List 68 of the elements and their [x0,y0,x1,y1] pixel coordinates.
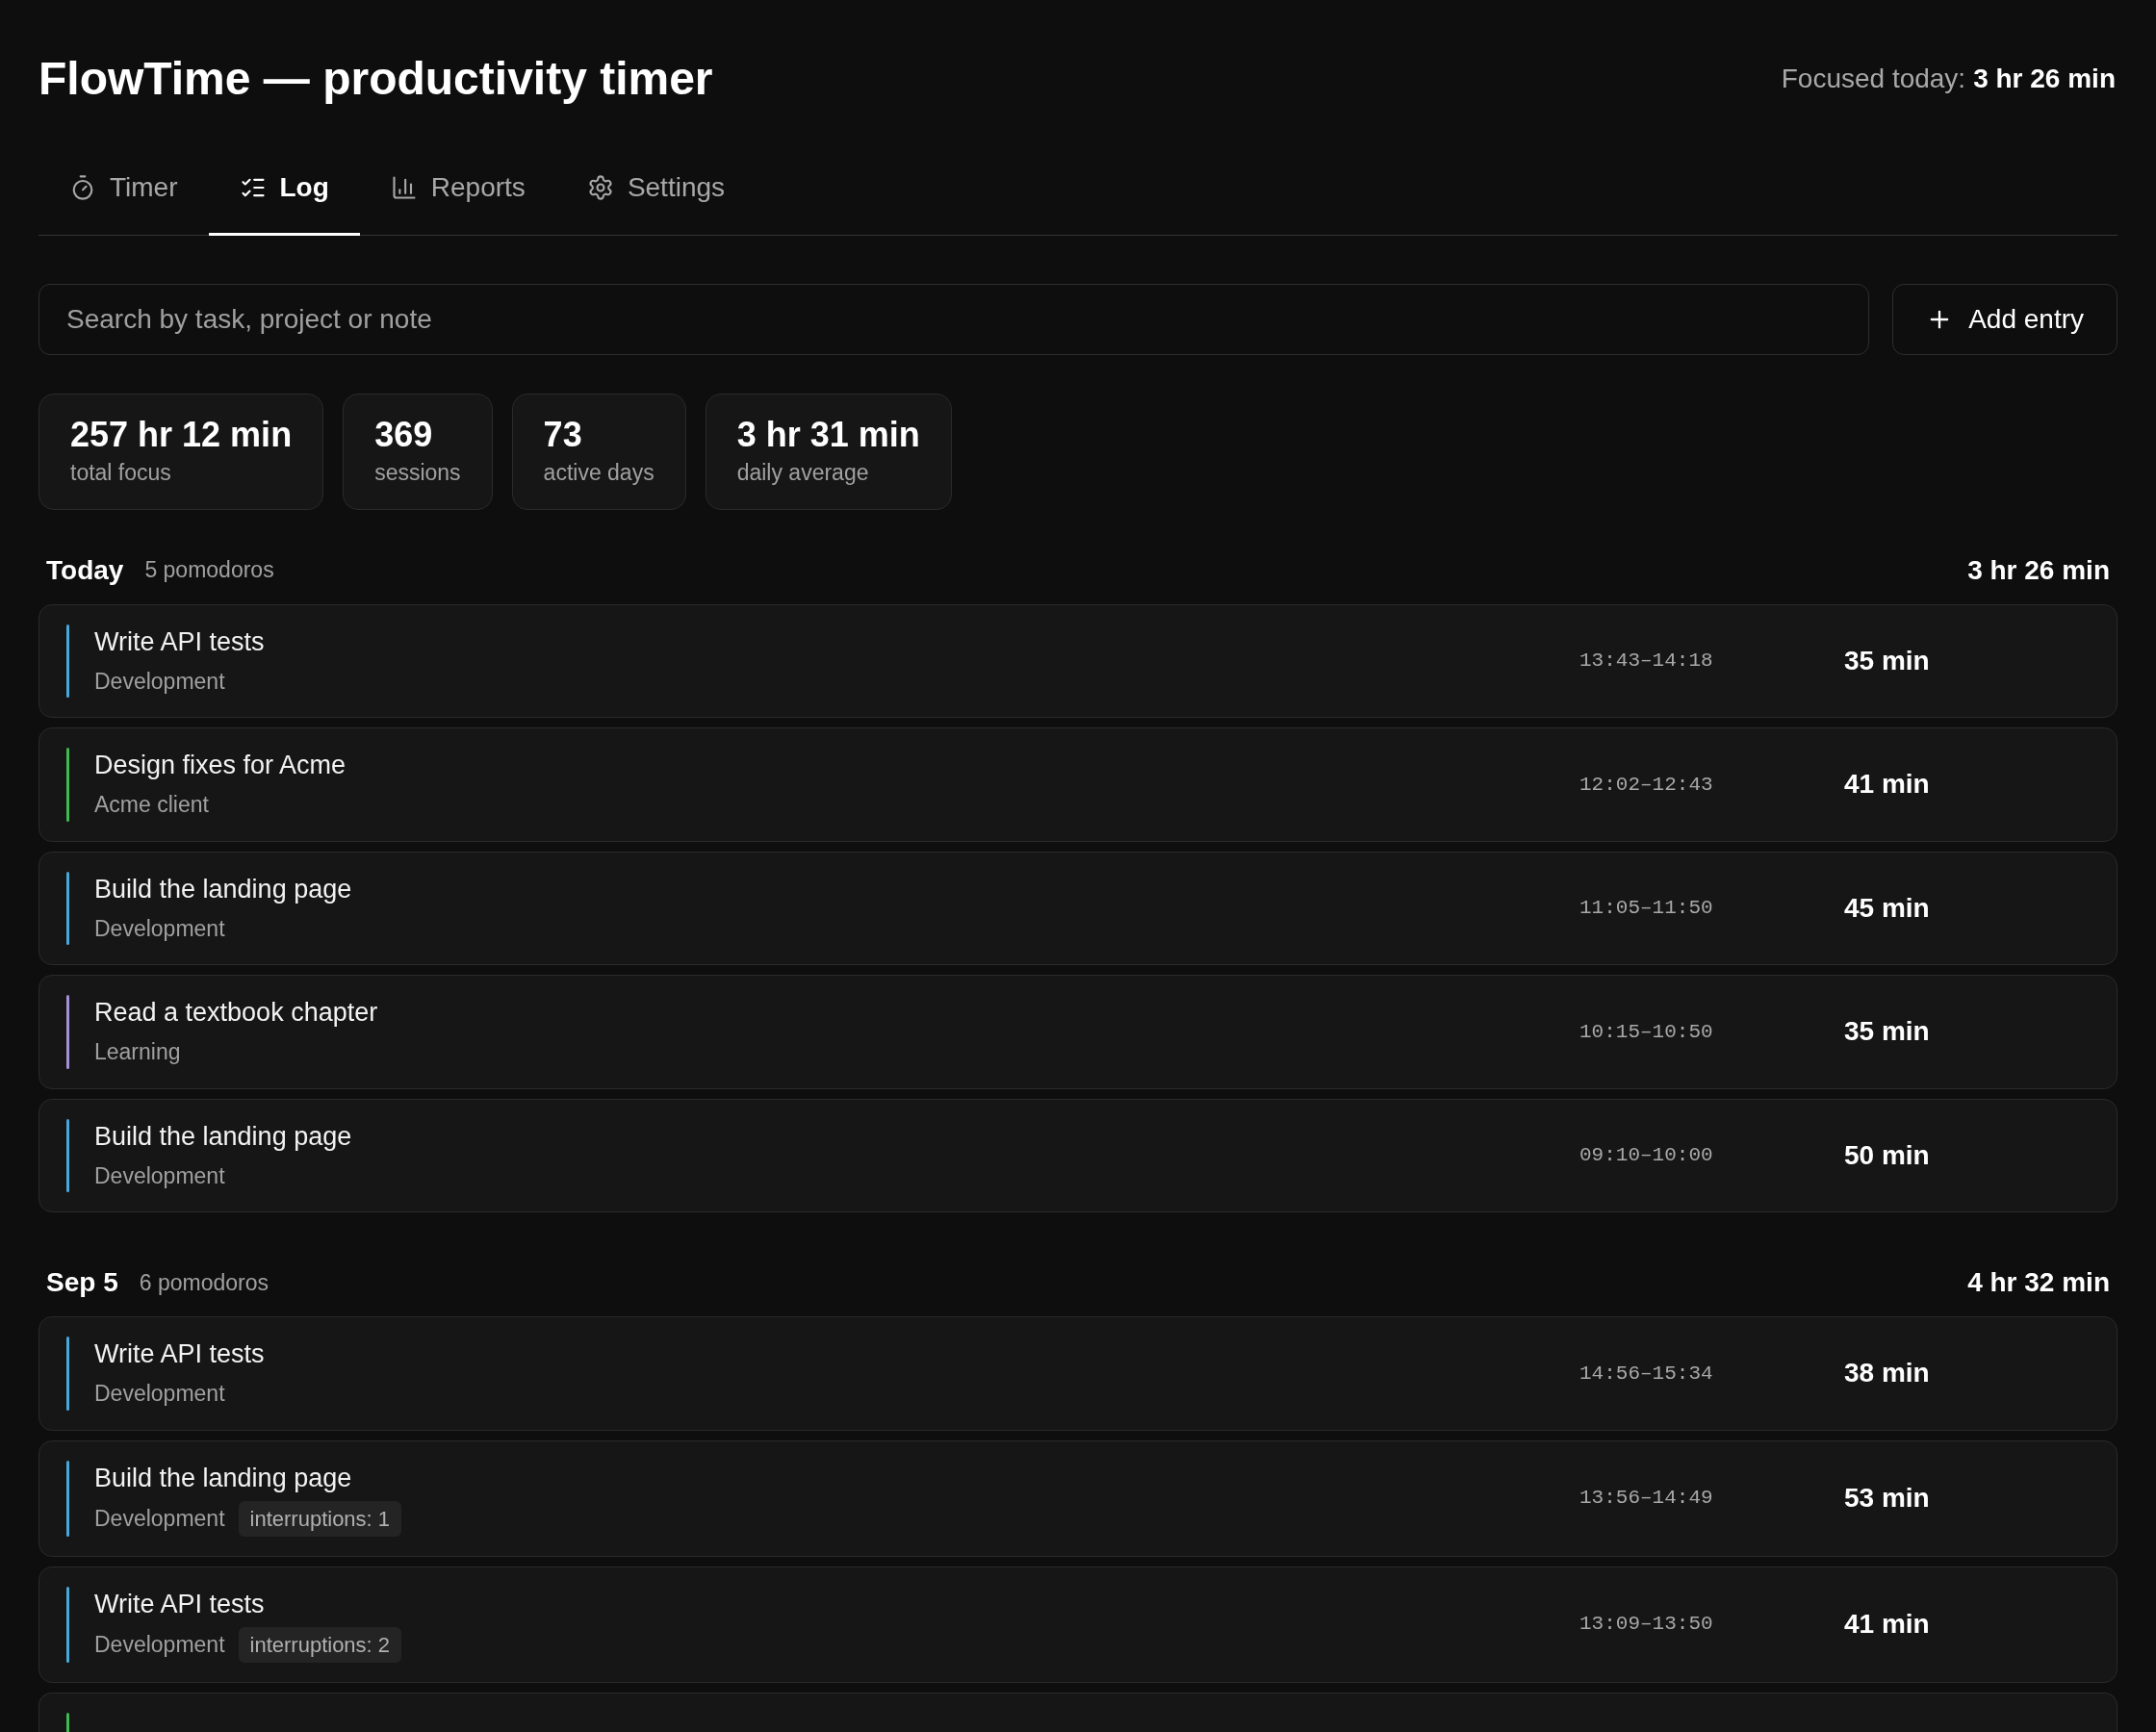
settings-icon [586,174,614,201]
duration: 35 min [1844,1015,1931,1049]
time-range: 13:56–14:49 [1579,1486,1714,1512]
entry-card[interactable]: Design fixes for Acme Acme client 12:02–12:43 41 min [38,727,2118,842]
duration: 45 min [1844,891,1931,925]
focused-today-label: Focused today: [1781,63,1966,95]
time-range: 13:43–14:18 [1579,649,1714,674]
duration: 50 min [1844,1138,1931,1172]
tab[interactable]: Log [208,158,360,236]
stat-value: 257 hr 12 min [70,414,293,456]
interruptions-tag: interruptions: 2 [238,1626,402,1663]
entry-card[interactable]: Read a textbook chapter Learning 10:15–10:50 35 min [38,975,2118,1089]
entry-card[interactable]: Write API tests Development interruptions: 2 13:09–13:50 41 min [38,1566,2118,1683]
duration: 53 min [1844,1482,1931,1515]
day-total: 3 hr 26 min [1967,553,2110,587]
stat-value: 369 [374,414,434,456]
duration: 38 min [1844,1357,1931,1390]
stat-label: daily average [736,459,870,487]
task-title: Design fixes for Acme [94,750,347,781]
time-range: 13:09–13:50 [1579,1612,1714,1638]
duration: 41 min [1844,768,1931,802]
project-name: Development [94,914,225,943]
stat-label: total focus [70,459,172,487]
task-title: Build the landing page [94,1462,353,1494]
pomodoro-count: 6 pomodoros [139,1268,269,1297]
bar-chart-icon [390,174,418,201]
task-title: Write API tests [94,1338,266,1370]
entry-card[interactable] [38,1692,2118,1732]
add-entry-button[interactable]: Add entry [1892,284,2118,355]
entry-card[interactable]: Write API tests Development 14:56–15:34 38 min [38,1316,2118,1431]
tab[interactable]: Settings [555,158,757,236]
stat-value: 73 [543,414,583,456]
day-total: 4 hr 32 min [1967,1266,2110,1299]
time-range: 10:15–10:50 [1579,1019,1714,1045]
duration: 41 min [1844,1608,1931,1641]
entry-card[interactable]: Build the landing page Development 11:05–11:50 45 min [38,851,2118,965]
search-field[interactable]: Search by task, project or note [38,284,1870,355]
task-title: Build the landing page [94,1120,353,1153]
task-title: Write API tests [94,625,266,658]
task-title: Read a textbook chapter [94,997,379,1029]
interruptions-tag: interruptions: 1 [238,1500,402,1537]
tab[interactable]: Timer [38,158,209,236]
time-range: 14:56–15:34 [1579,1361,1714,1387]
project-name: Development [94,1504,225,1533]
project-name: Development [94,1380,225,1408]
time-range: 11:05–11:50 [1579,896,1714,921]
focused-today-value: 3 hr 26 min [1973,63,2116,95]
entry-card[interactable]: Write API tests Development 13:43–14:18 35 min [38,603,2118,718]
day-label: Sep 5 [46,1266,118,1299]
duration: 35 min [1844,644,1931,677]
app-title: FlowTime — productivity timer [38,52,713,106]
entry-card[interactable]: Build the landing page Development 09:10–10:00 50 min [38,1098,2118,1212]
tab[interactable]: Reports [359,158,556,236]
project-name: Learning [94,1038,181,1066]
task-title: Build the landing page [94,873,353,905]
project-name: Development [94,1630,225,1659]
project-name: Development [94,1161,225,1190]
stat-label: sessions [374,459,461,487]
pomodoro-count: 5 pomodoros [144,556,274,585]
time-range: 12:02–12:43 [1579,772,1714,798]
project-name: Acme client [94,791,209,819]
project-name: Development [94,667,225,696]
entry-card[interactable]: Build the landing page Development interruptions: 1 13:56–14:49 53 min [38,1439,2118,1557]
task-title: Write API tests [94,1588,266,1620]
stat-label: active days [543,459,654,487]
time-range: 09:10–10:00 [1579,1143,1714,1168]
stat-value: 3 hr 31 min [736,414,920,456]
day-label: Today [46,553,124,587]
